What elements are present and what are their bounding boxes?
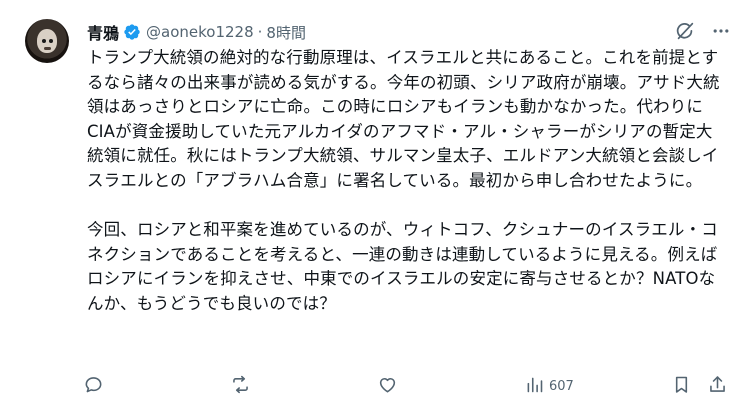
reply-icon <box>83 374 104 399</box>
like-button[interactable] <box>377 374 398 399</box>
avatar-eye-right <box>49 39 53 43</box>
views-icon <box>524 374 545 399</box>
post-text: トランプ大統領の絶対的な行動原理は、イスラエルと共にあること。これを前提とするな… <box>87 46 727 317</box>
views-button[interactable]: 607 <box>524 374 574 399</box>
bookmark-icon <box>671 374 692 399</box>
user-handle[interactable]: @aoneko1228 <box>146 23 254 41</box>
post-header: 青鴉 @aoneko1228 · 8時間 <box>87 21 306 43</box>
views-count: 607 <box>549 379 574 394</box>
like-icon <box>377 374 398 399</box>
post-paragraph: 今回、ロシアと和平案を進めているのが、ウィトコフ、クシュナーのイスラエル・コネク… <box>87 220 718 313</box>
display-name[interactable]: 青鴉 <box>87 20 119 44</box>
grok-icon[interactable] <box>673 19 697 43</box>
share-icon <box>707 374 728 399</box>
avatar[interactable] <box>25 19 69 63</box>
more-icon[interactable] <box>709 19 733 43</box>
verified-badge-icon[interactable] <box>123 23 141 41</box>
repost-icon <box>230 374 251 399</box>
reply-button[interactable] <box>83 374 104 399</box>
avatar-eye-left <box>42 39 46 43</box>
share-button[interactable] <box>707 374 728 399</box>
repost-button[interactable] <box>230 374 251 399</box>
bookmark-button[interactable] <box>671 374 692 399</box>
header-separator: · <box>257 23 263 41</box>
action-bar: 607 <box>83 374 733 398</box>
avatar-mouth <box>44 47 51 50</box>
post-paragraph: トランプ大統領の絶対的な行動原理は、イスラエルと共にあること。これを前提とするな… <box>87 48 720 190</box>
post-time[interactable]: 8時間 <box>266 22 306 43</box>
top-actions <box>673 19 733 43</box>
